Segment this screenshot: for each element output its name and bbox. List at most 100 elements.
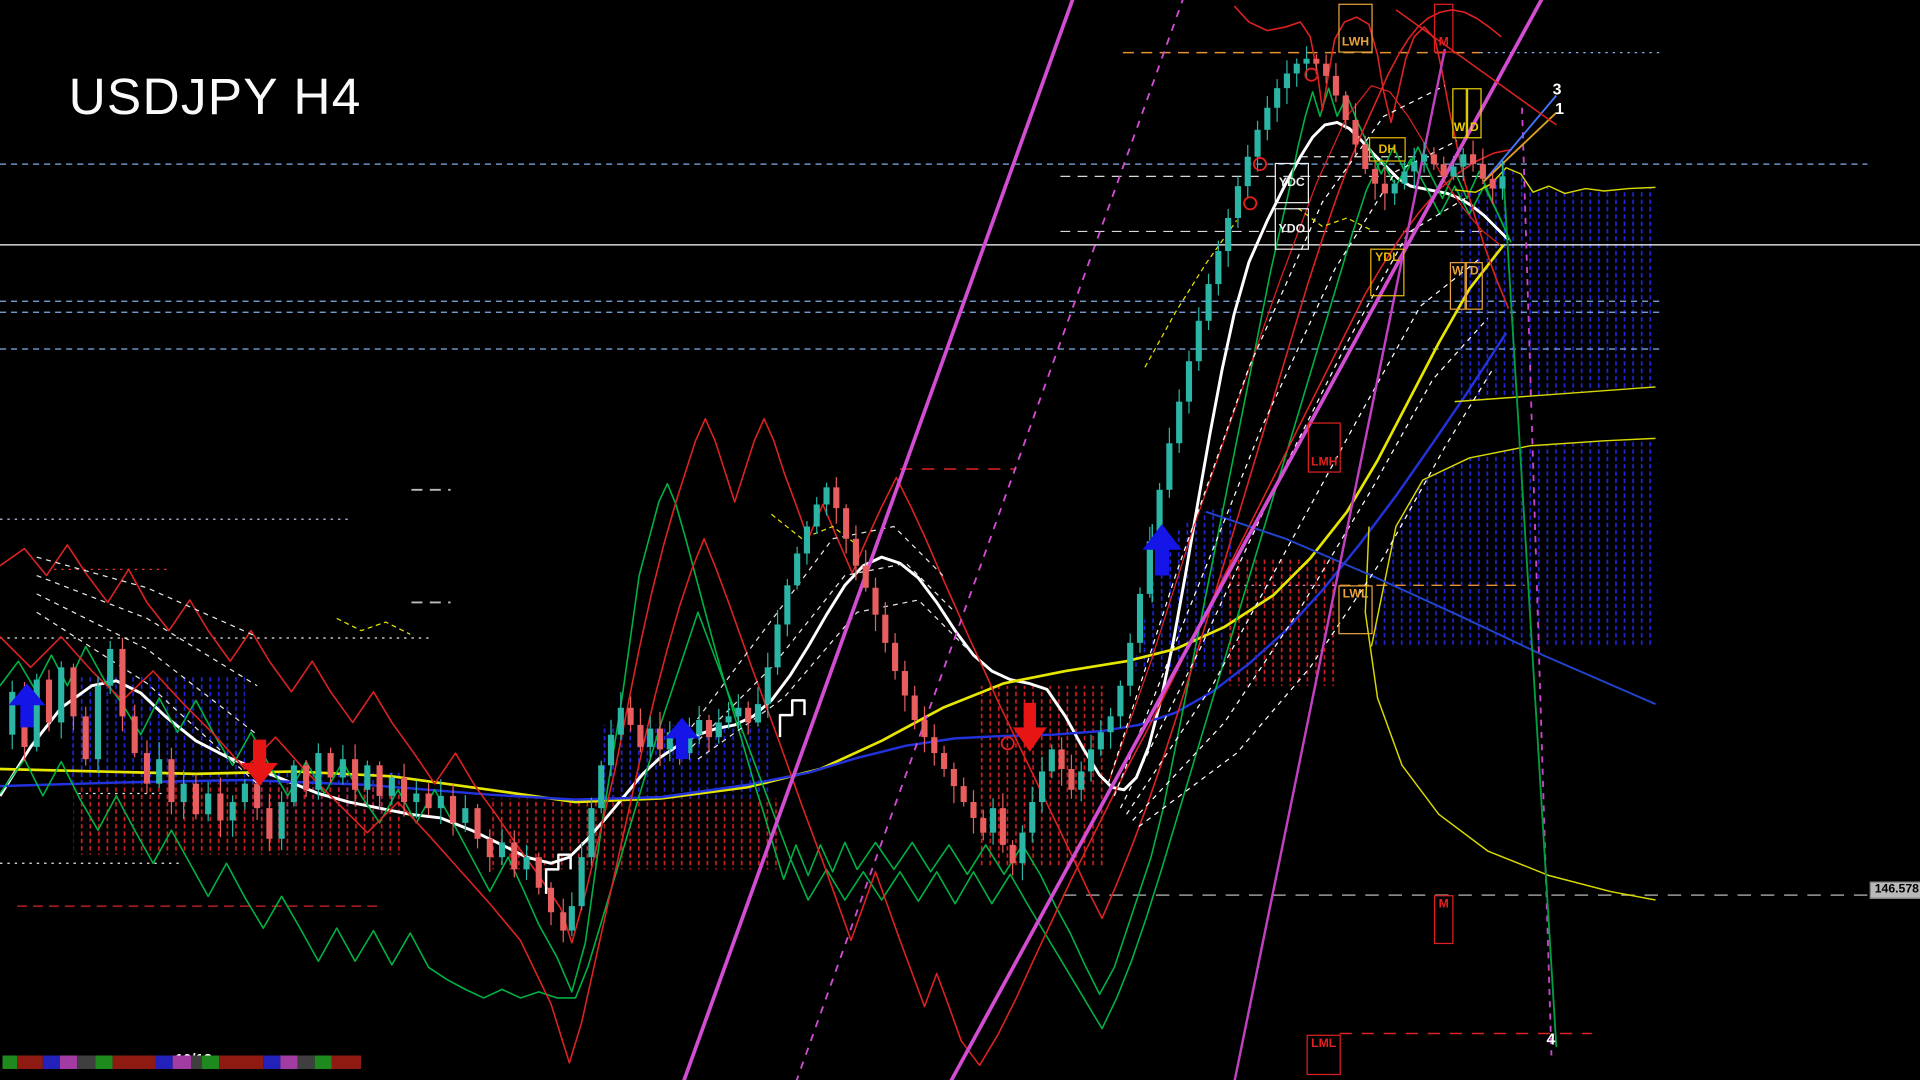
candle-body <box>726 716 732 722</box>
annotation-box-w: W <box>1450 262 1466 310</box>
candle-body <box>1215 251 1221 284</box>
annotation-box-label: YDC <box>1279 176 1305 189</box>
candle-body <box>814 504 820 526</box>
candle-body <box>487 839 493 857</box>
strip-segment <box>156 1056 173 1069</box>
candle-body <box>401 778 407 802</box>
candle-body <box>1186 361 1192 401</box>
candle-body <box>1117 686 1123 717</box>
candle-body <box>1254 130 1260 157</box>
candle-body <box>1343 96 1349 120</box>
candle-body <box>1470 154 1476 164</box>
candle-body <box>1411 162 1417 172</box>
strip-segment <box>219 1056 262 1069</box>
candle-body <box>598 765 604 808</box>
strip-segment <box>263 1056 280 1069</box>
annotation-box-lwh: LWH <box>1338 4 1372 53</box>
candle-body <box>1333 76 1339 96</box>
candle-body <box>1294 64 1300 74</box>
price-axis-tag: 146.578 <box>1870 882 1920 899</box>
candle-body <box>970 802 976 818</box>
candle-body <box>119 649 125 716</box>
candle-body <box>902 671 908 695</box>
overlay-yellow-dash-1 <box>337 618 410 634</box>
candle-body <box>765 667 771 704</box>
candle-body <box>217 793 223 820</box>
chart-area[interactable]: LWHMWDDHYDCYDOYDLWDLMHLWLMLML USDJPY H4 … <box>0 0 1920 1080</box>
candle-body <box>990 808 996 832</box>
strip-segment <box>17 1056 43 1069</box>
candle-body <box>1372 169 1378 184</box>
candle-body <box>833 487 839 508</box>
candle-body <box>853 539 859 566</box>
candle-body <box>716 722 722 737</box>
annotation-box-dh: DH <box>1369 137 1406 161</box>
candle-body <box>70 667 76 716</box>
candle-body <box>1450 167 1456 177</box>
candle-body <box>1196 321 1202 361</box>
exit-circle-icon <box>1244 197 1256 209</box>
strip-segment <box>78 1056 95 1069</box>
candle-body <box>523 857 529 869</box>
candle-body <box>1480 164 1486 179</box>
candle-body <box>254 784 260 808</box>
candle-body <box>980 818 986 833</box>
candle-body <box>340 759 346 777</box>
candle-body <box>588 808 594 857</box>
candle-body <box>242 784 248 802</box>
candle-body <box>181 784 187 802</box>
candle-body <box>1127 643 1133 686</box>
candle-body <box>303 765 309 789</box>
annotation-box-m: M <box>1434 895 1454 944</box>
overlay-fan-left-2 <box>37 576 257 686</box>
candle-body <box>1284 73 1290 88</box>
candle-body <box>315 753 321 790</box>
candle-body <box>1098 732 1104 749</box>
candle-body <box>696 720 702 735</box>
annotation-box-lml: LML <box>1307 1035 1341 1075</box>
candle-body <box>1019 833 1025 864</box>
candle-body <box>560 912 566 930</box>
candle-body <box>1049 749 1055 771</box>
trendline <box>1484 113 1556 182</box>
strip-segment <box>332 1056 361 1069</box>
annotation-box-label: LWH <box>1342 36 1369 49</box>
annotation-box-ydc: YDC <box>1275 163 1309 203</box>
candle-body <box>794 553 800 585</box>
annotation-box-d: D <box>1467 88 1482 138</box>
fan-label-3: 3 <box>1553 81 1562 97</box>
annotation-box-ydo: YDO <box>1275 208 1309 250</box>
candle-body <box>1225 218 1231 251</box>
candle-body <box>1059 749 1065 769</box>
candle-body <box>364 765 370 789</box>
candle-body <box>1499 176 1505 188</box>
candle-body <box>647 729 653 747</box>
annotation-box-ydl: YDL <box>1370 249 1404 297</box>
candle-body <box>413 793 419 802</box>
candle-body <box>1039 771 1045 802</box>
candle-body <box>107 649 113 686</box>
candle-body <box>921 720 927 737</box>
signal-strip <box>2 1056 361 1069</box>
candle-body <box>863 566 869 588</box>
trendline <box>1484 96 1556 182</box>
candle-body <box>823 487 829 504</box>
candle-body <box>426 793 432 808</box>
candle-body <box>1166 443 1172 490</box>
candle-body <box>657 729 663 750</box>
chart-canvas[interactable] <box>0 0 1920 1080</box>
candle-body <box>745 708 751 723</box>
strip-segment <box>297 1056 314 1069</box>
candle-body <box>1010 845 1016 863</box>
candle-body <box>1421 154 1427 161</box>
candle-body <box>328 753 334 777</box>
candle-body <box>291 765 297 802</box>
candle-body <box>784 585 790 624</box>
candle-body <box>34 680 40 747</box>
strip-segment <box>2 1056 16 1069</box>
candle-body <box>9 692 15 735</box>
candle-body <box>628 708 634 725</box>
page-title: USDJPY H4 <box>69 71 362 122</box>
strip-segment <box>315 1056 332 1069</box>
candle-body <box>735 708 741 717</box>
